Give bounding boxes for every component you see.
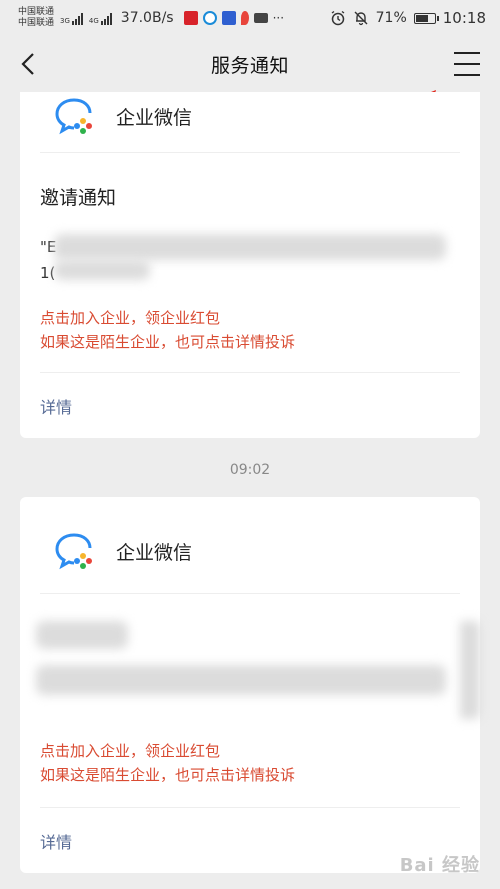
mute-bell-icon [354,11,368,26]
app-name: 企业微信 [116,541,193,564]
status-left: 中国联通 中国联通 3G 4G 37.0B/s ··· [18,7,284,29]
chevron-left-icon [21,53,34,75]
carrier-2: 中国联通 [18,18,55,28]
details-link[interactable]: 详情 [40,829,72,853]
blurred-content [54,234,446,260]
menu-icon-line [454,52,480,54]
battery-fill [415,14,428,22]
app-name: 企业微信 [116,106,193,129]
image-app-icon [221,11,236,25]
promo-line: 点击加入企业，领企业红包 [40,742,221,760]
battery-percent: 71% [375,10,407,26]
blurred-content [36,621,128,649]
menu-icon-line [454,63,480,65]
gallery-icon [253,13,268,23]
battery-icon [413,12,439,24]
location-icon [240,11,249,25]
status-bar: 中国联通 中国联通 3G 4G 37.0B/s ··· 71% 10:18 [0,0,500,36]
blurred-content [54,260,150,280]
signal-icon: 3G [60,12,83,25]
more-icon: ··· [272,11,285,25]
divider [40,372,460,373]
back-button[interactable] [14,50,42,78]
blurred-content [36,665,446,695]
menu-button[interactable] [454,52,480,76]
notification-card[interactable]: 企业微信 点击加入企业，领企业红包 如果这是陌生企业，也可点击详情投诉 详情 [20,497,480,873]
promo-text: 点击加入企业，领企业红包 如果这是陌生企业，也可点击详情投诉 [40,739,295,787]
notification-card[interactable]: 企业微信 邀请通知 "E 1( 点击加入企业，领企业红包 如果这是陌生企业，也可… [20,92,480,438]
carrier-1: 中国联通 [18,7,55,17]
signal-icon: 4G [89,12,112,25]
carrier-names: 中国联通 中国联通 [18,7,54,29]
alarm-icon [331,10,345,26]
baidu-watermark: Bai 经验 [399,855,480,876]
network-speed: 37.0B/s [120,10,174,26]
news-app-icon [183,11,198,25]
status-right: 71% 10:18 [330,9,486,27]
wecom-logo-icon [55,98,92,135]
promo-line: 如果这是陌生企业，也可点击详情投诉 [40,333,296,351]
blurred-content [460,621,480,719]
card-header: 企业微信 [20,519,480,583]
wecom-logo-icon [55,533,92,570]
notification-icons: ··· [183,11,285,25]
message-timestamp: 09:02 [229,462,271,478]
clock: 10:18 [442,9,486,27]
promo-line: 如果这是陌生企业，也可点击详情投诉 [40,766,296,784]
card-header: 企业微信 [20,84,480,148]
notification-title: 邀请通知 [40,187,117,209]
menu-icon-line [454,74,480,76]
promo-line: 点击加入企业，领企业红包 [40,309,221,327]
divider [40,593,460,594]
details-link[interactable]: 详情 [40,394,72,418]
page-title: 服务通知 [210,54,289,77]
browser-app-icon [202,11,217,25]
divider [40,807,460,808]
promo-text: 点击加入企业，领企业红包 如果这是陌生企业，也可点击详情投诉 [40,306,295,354]
